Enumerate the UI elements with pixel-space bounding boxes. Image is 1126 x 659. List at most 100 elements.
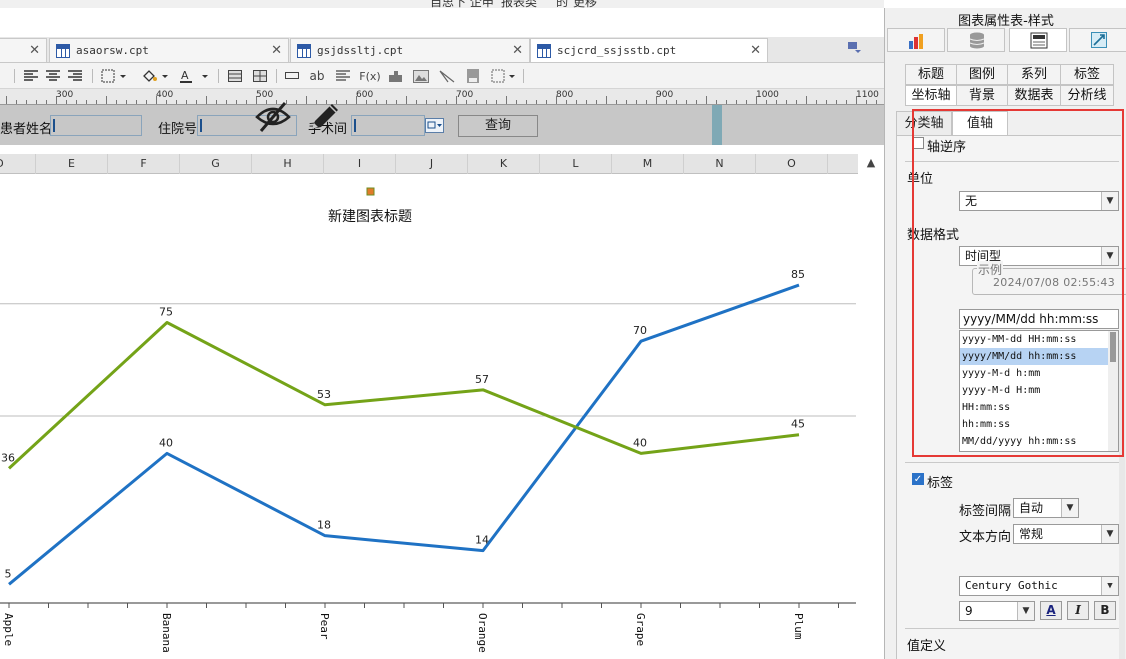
column-header-cell[interactable]: K [468,154,540,174]
column-header-cell[interactable]: G [180,154,252,174]
merge-cells-icon[interactable] [226,68,244,84]
subtab-background[interactable]: 背景 [956,85,1008,106]
font-family-select[interactable]: Century Gothic ▼ [959,576,1119,596]
plugin-icon[interactable] [386,68,404,84]
subtab-analysis-line[interactable]: 分析线 [1060,85,1114,106]
ab-text-button[interactable]: ab [308,68,326,84]
unit-select[interactable]: 无 ▼ [959,191,1119,211]
divider [905,462,1119,463]
close-icon[interactable]: ✕ [750,43,761,58]
surgery-room-input[interactable] [351,115,425,136]
format-pattern-input[interactable]: yyyy/MM/dd hh:mm:ss [959,309,1119,329]
more-options-icon[interactable] [490,68,518,84]
format-option[interactable]: hh:mm:ss [960,416,1108,433]
list-scrollbar[interactable] [1108,331,1118,451]
tab-value-axis[interactable]: 值轴 [952,111,1008,136]
format-option[interactable]: yyyy-MM-dd HH:mm:ss [960,331,1108,348]
ruler-tick [736,100,737,104]
ruler-tick [416,100,417,104]
ruler-tick [46,100,47,104]
data-label: 5 [5,567,12,580]
close-icon[interactable]: ✕ [512,43,523,58]
font-color-button[interactable]: A [1040,601,1062,620]
column-header-cell[interactable]: I [324,154,396,174]
panel-title: 图表属性表-样式 [958,14,1054,29]
image-icon[interactable] [412,68,430,84]
column-header-cell[interactable]: L [540,154,612,174]
column-header-cell[interactable]: J [396,154,468,174]
format-option[interactable]: yyyy/MM/dd hh:mm:ss [960,348,1108,365]
tab-chart-type[interactable] [887,28,945,52]
ruler-tick [596,100,597,104]
pencil-edit-icon[interactable] [308,99,342,133]
toolbar-separator [92,69,93,83]
category-label: Plum [792,613,805,640]
font-size-select[interactable]: 9 ▼ [959,601,1035,621]
ruler-tick [506,96,507,104]
line-chart[interactable]: 新建图表标题 5 40 18 14 70 85 36 75 53 57 40 45 Apple Banana… [0,174,858,659]
dropdown-toggle-icon[interactable] [425,118,444,133]
align-right-icon[interactable] [66,68,84,84]
column-header-cell[interactable]: F [108,154,180,174]
label-check-label: 标签 [927,476,954,491]
column-header-cell[interactable]: N [684,154,756,174]
column-header-cell[interactable]: E [36,154,108,174]
tab-list-icon[interactable] [848,42,862,54]
tab-chart-effect[interactable] [1069,28,1126,52]
param-panel-handle[interactable] [712,105,722,145]
file-tab[interactable]: asaorsw.cpt ✕ [49,38,289,62]
align-left-icon[interactable] [22,68,40,84]
format-option[interactable]: HH:mm:ss [960,399,1108,416]
format-option[interactable]: yyyy-M-d H:mm [960,382,1108,399]
fill-color-icon[interactable] [140,68,170,84]
file-tab-label: gsjdssltj.cpt [317,44,404,57]
ruler-tick [526,100,527,104]
file-tab-partial[interactable]: ✕ [0,38,47,62]
border-icon[interactable] [99,68,129,84]
file-tab[interactable]: gsjdssltj.cpt ✕ [290,38,530,62]
ruler-tick [786,100,787,104]
close-icon[interactable]: ✕ [29,43,40,58]
reverse-axis-checkbox[interactable] [912,137,924,149]
format-pattern-list[interactable]: yyyy-MM-dd HH:mm:ss yyyy/MM/dd hh:mm:ss yy… [959,330,1119,452]
subtab-label[interactable]: 标签 [1060,64,1114,85]
bold-button[interactable]: B [1094,601,1116,620]
tab-chart-style[interactable] [1009,28,1067,52]
split-cells-icon[interactable] [251,68,269,84]
subtab-series[interactable]: 系列 [1007,64,1061,85]
column-header-cell[interactable]: M [612,154,684,174]
align-center-icon[interactable] [44,68,62,84]
formula-button[interactable]: F(x) [359,68,381,84]
file-tab-active[interactable]: scjcrd_ssjsstb.cpt ✕ [530,38,768,62]
eye-hidden-icon[interactable] [255,99,291,133]
column-header-cell[interactable]: D [0,154,36,174]
text-direction-select[interactable]: 常规 ▼ [1013,524,1119,544]
cell-element-icon[interactable] [464,68,482,84]
svg-text:A: A [181,69,189,82]
subtab-legend[interactable]: 图例 [956,64,1008,85]
tab-category-axis[interactable]: 分类轴 [896,111,952,136]
admission-number-label: 住院号 [158,122,198,137]
label-checkbox[interactable]: ✓ [912,473,924,485]
chevron-down-icon: ▼ [1101,577,1118,595]
italic-button[interactable]: I [1067,601,1089,620]
label-interval-select[interactable]: 自动 ▼ [1013,498,1079,518]
format-option[interactable]: MM/dd/yyyy hh:mm:ss [960,433,1108,450]
query-button[interactable]: 查询 [458,115,538,137]
font-color-icon[interactable]: A [178,68,210,84]
subtab-title[interactable]: 标题 [905,64,957,85]
slash-line-icon[interactable] [438,68,456,84]
column-header-cell[interactable]: O [756,154,828,174]
close-icon[interactable]: ✕ [271,43,282,58]
format-option[interactable]: yyyy-M-d h:mm [960,365,1108,382]
subtab-datasheet[interactable]: 数据表 [1007,85,1061,106]
column-header-cell[interactable]: H [252,154,324,174]
data-label: 57 [475,373,489,386]
tab-chart-data[interactable] [947,28,1005,52]
panel-scrollbar[interactable] [1119,340,1125,659]
patient-name-input[interactable] [50,115,142,136]
text-field-icon[interactable] [283,68,301,84]
paragraph-icon[interactable] [334,68,352,84]
scroll-up-icon[interactable]: ▲ [858,154,884,174]
subtab-axis[interactable]: 坐标轴 [905,85,957,106]
